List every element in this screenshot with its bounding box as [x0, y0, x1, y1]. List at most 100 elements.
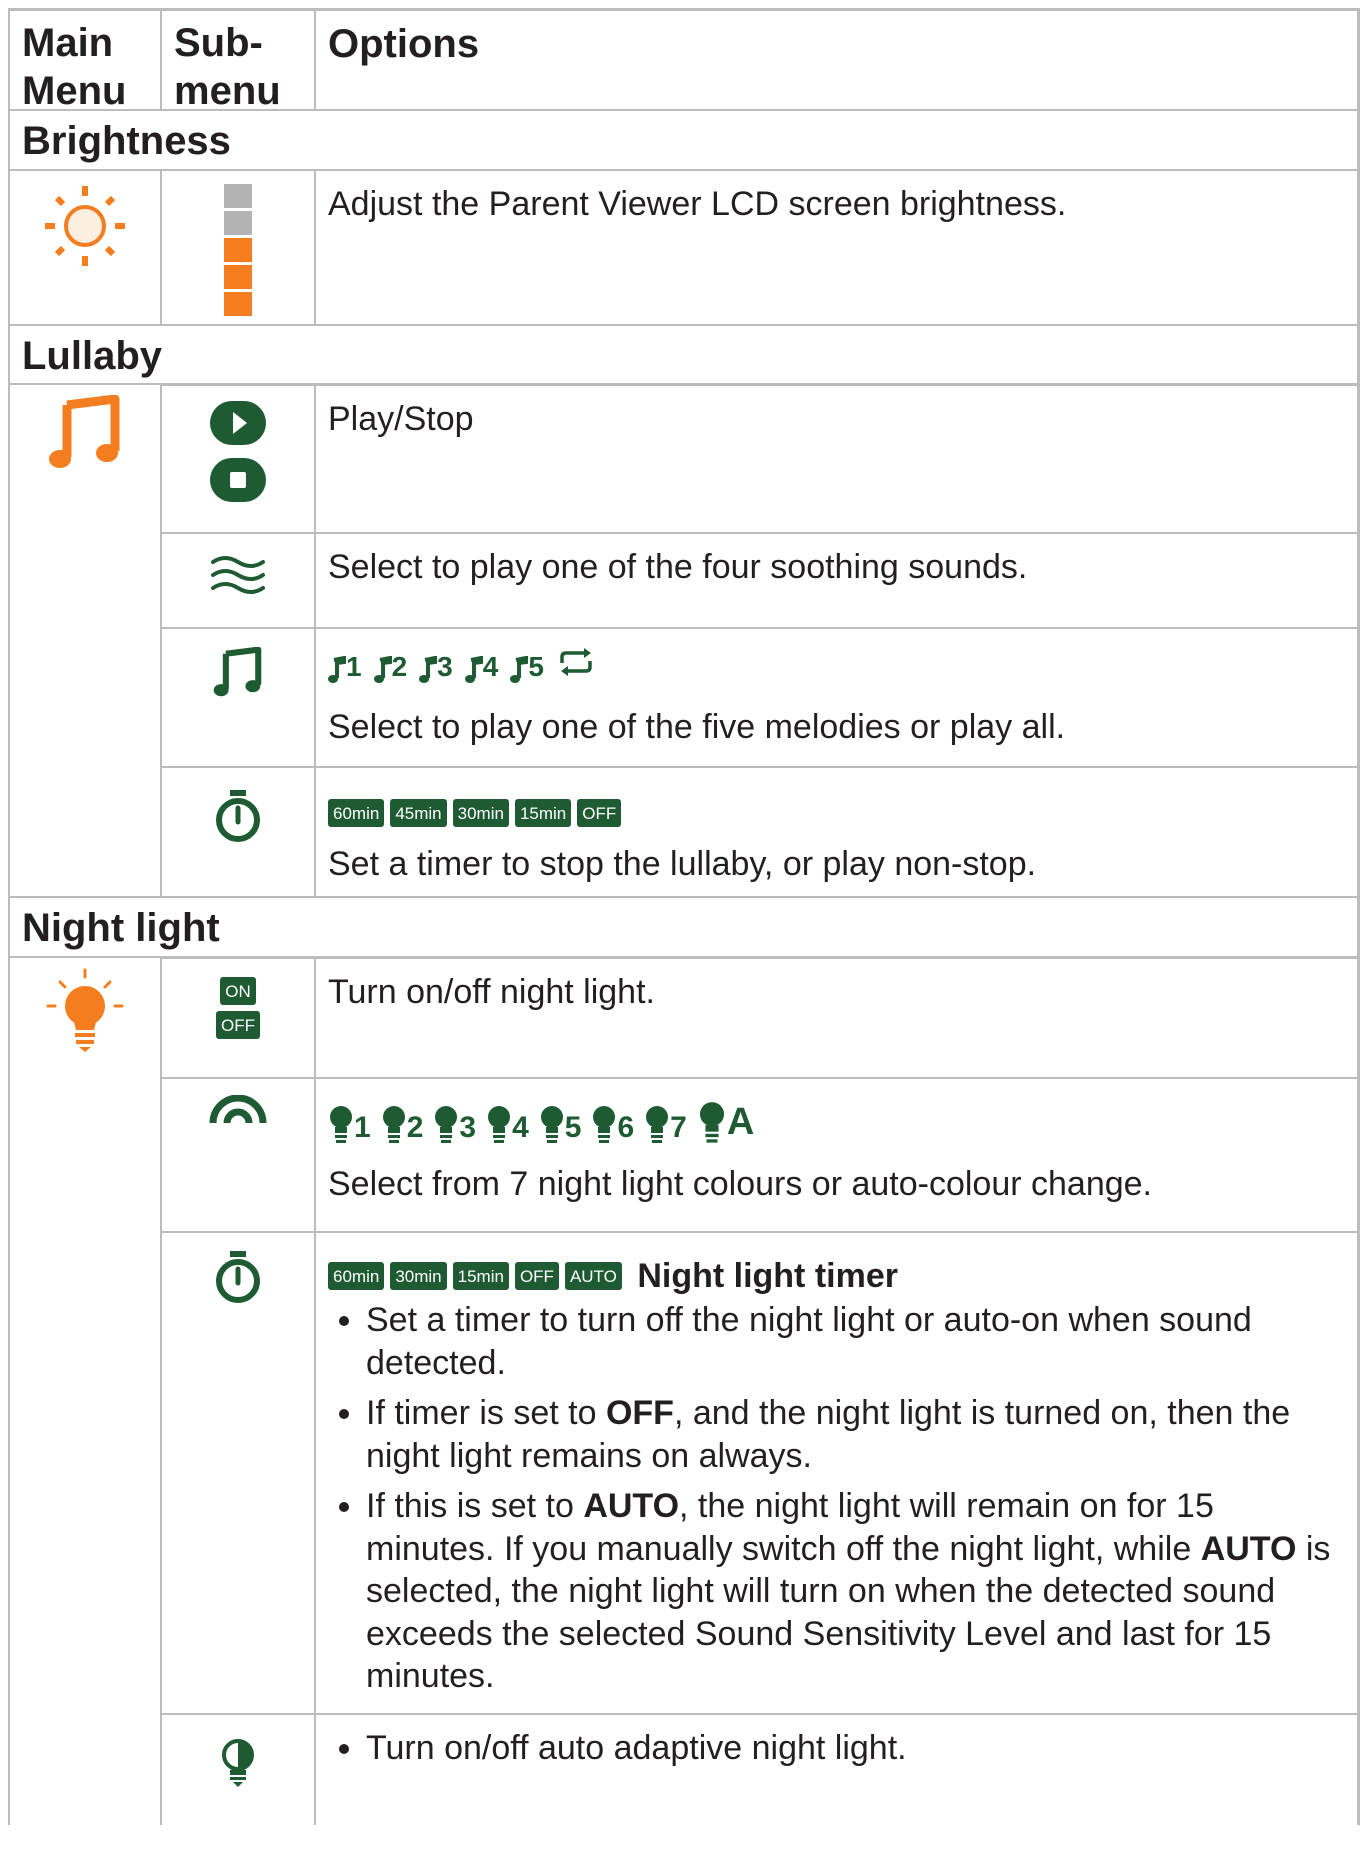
stop-icon[interactable]	[209, 457, 267, 508]
table-header: Main Menu Sub-menu Options	[8, 8, 1360, 113]
melody-3[interactable]: 3	[419, 649, 453, 684]
melody-1[interactable]: 1	[328, 649, 362, 684]
timer-bullet-2-pre: If timer is set to	[366, 1394, 606, 1433]
timer-bullet-3: If this is set to AUTO, the night light …	[366, 1485, 1345, 1698]
timer-bullet-1: Set a timer to turn off the night light …	[366, 1299, 1345, 1384]
section-lullaby: Lullaby	[8, 324, 1360, 383]
night-timer-60[interactable]: 60min	[328, 1262, 385, 1291]
colour-1[interactable]: 1	[328, 1105, 371, 1147]
level-block-1	[224, 292, 252, 316]
timer-bullet-2: If timer is set to OFF, and the night li…	[366, 1392, 1345, 1477]
arc-icon[interactable]	[208, 1094, 268, 1130]
lullaby-group: Play/Stop Select to play one of the four…	[8, 383, 1360, 896]
brightness-level-icon	[224, 181, 252, 319]
timer-bullet-3-bold1: AUTO	[583, 1487, 680, 1526]
colour-5[interactable]: 5	[539, 1105, 582, 1147]
melodies-desc: Select to play one of the five melodies …	[328, 707, 1066, 746]
lullaby-melodies-cell: 1 2 3 4 5 Select to play one of the five…	[316, 629, 1360, 766]
night-timer-auto[interactable]: AUTO	[564, 1262, 622, 1291]
melody-4[interactable]: 4	[464, 649, 499, 684]
night-light-colour-sub	[162, 1079, 316, 1231]
colour-4-label: 4	[512, 1111, 529, 1144]
level-block-2	[224, 265, 252, 289]
section-night-light: Night light	[8, 896, 1360, 956]
melody-5[interactable]: 5	[510, 649, 544, 684]
lullaby-timer-options: 60min 45min 30min 15min OFF	[328, 790, 1345, 833]
colour-5-label: 5	[564, 1111, 582, 1144]
night-light-timer-cell: 60min 30min 15min OFF AUTO Night light timer…	[316, 1233, 1360, 1713]
night-light-onoff-sub: ON OFF	[162, 959, 316, 1077]
night-light-off-badge[interactable]: OFF	[216, 1011, 260, 1039]
night-timer-15[interactable]: 15min	[452, 1262, 509, 1291]
lullaby-melodies-row: 1 2 3 4 5 Select to play one of the five…	[162, 627, 1360, 766]
lullaby-timer-45[interactable]: 45min	[390, 799, 447, 828]
section-brightness: Brightness	[8, 109, 1360, 169]
stopwatch-icon-2[interactable]	[213, 1249, 263, 1310]
music-note-icon-green[interactable]	[211, 646, 265, 706]
melody-3-label: 3	[437, 650, 453, 682]
colour-4[interactable]: 4	[486, 1105, 529, 1147]
melody-5-label: 5	[528, 650, 544, 682]
night-light-adaptive-cell: Turn on/off auto adaptive night light.	[316, 1715, 1360, 1825]
stopwatch-icon[interactable]	[213, 788, 263, 849]
lullaby-play-desc: Play/Stop	[316, 386, 1360, 532]
night-light-group: ON OFF Turn on/off night light. 1 2 3 4 …	[8, 956, 1360, 1825]
level-block-3	[224, 238, 252, 262]
timer-bullet-2-bold: OFF	[605, 1394, 674, 1433]
adaptive-bullets: Turn on/off auto adaptive night light.	[328, 1727, 1345, 1770]
lullaby-timer-desc: Set a timer to stop the lullaby, or play…	[328, 844, 1037, 883]
night-light-timer-sub	[162, 1233, 316, 1713]
section-title-brightness: Brightness	[8, 111, 1360, 169]
level-block-5	[224, 184, 252, 208]
colour-2-label: 2	[406, 1111, 424, 1144]
colours-desc: Select from 7 night light colours or aut…	[328, 1164, 1153, 1203]
colour-6[interactable]: 6	[591, 1105, 634, 1147]
brightness-desc: Adjust the Parent Viewer LCD screen brig…	[316, 171, 1360, 324]
colour-list: 1 2 3 4 5 6 7 A	[328, 1099, 1345, 1147]
melody-4-label: 4	[482, 650, 499, 682]
melody-2-label: 2	[391, 650, 408, 682]
header-col2-text: Sub-menu	[174, 21, 281, 113]
night-timer-off[interactable]: OFF	[514, 1262, 559, 1291]
night-light-colour-cell: 1 2 3 4 5 6 7 A Select from 7 night ligh…	[316, 1079, 1360, 1231]
lullaby-timer-sub	[162, 768, 316, 896]
colour-3[interactable]: 3	[433, 1105, 476, 1147]
brightness-main-cell	[8, 171, 162, 324]
lullaby-timer-cell: 60min 45min 30min 15min OFF Set a timer to s…	[316, 768, 1360, 896]
melody-1-label: 1	[346, 650, 362, 682]
adaptive-bulb-icon[interactable]	[220, 1739, 256, 1794]
lullaby-sounds-sub	[162, 534, 316, 627]
lullaby-timer-off[interactable]: OFF	[577, 799, 622, 828]
lullaby-sounds-row: Select to play one of the four soothing …	[162, 532, 1360, 627]
night-light-timer-row: 60min 30min 15min OFF AUTO Night light timer…	[162, 1231, 1360, 1713]
colour-auto[interactable]: A	[697, 1099, 754, 1147]
colour-7[interactable]: 7	[644, 1105, 687, 1147]
header-options: Options	[316, 11, 1360, 109]
timer-bullet-3-pre: If this is set to	[366, 1487, 584, 1526]
night-light-onoff-desc: Turn on/off night light.	[316, 959, 1360, 1077]
bulb-icon	[40, 968, 130, 1063]
lullaby-sounds-desc: Select to play one of the four soothing …	[316, 534, 1360, 627]
melody-2[interactable]: 2	[373, 649, 408, 684]
night-light-colour-row: 1 2 3 4 5 6 7 A Select from 7 night ligh…	[162, 1077, 1360, 1231]
colour-1-label: 1	[354, 1111, 371, 1144]
waves-icon[interactable]	[209, 552, 267, 603]
section-title-night-light: Night light	[8, 898, 1360, 956]
lullaby-main-cell	[8, 383, 162, 896]
header-main-menu: Main Menu	[8, 11, 162, 113]
colour-6-label: 6	[617, 1111, 635, 1144]
timer-bullet-3-bold2: AUTO	[1200, 1529, 1297, 1568]
repeat-all-icon[interactable]	[556, 645, 596, 688]
header-sub-menu: Sub-menu	[162, 11, 316, 113]
colour-2[interactable]: 2	[381, 1105, 424, 1147]
lullaby-timer-60[interactable]: 60min	[328, 799, 385, 828]
colour-auto-label: A	[726, 1101, 755, 1143]
night-light-main-cell	[8, 956, 162, 1825]
play-icon[interactable]	[209, 400, 267, 451]
level-block-4	[224, 211, 252, 235]
night-light-on-badge[interactable]: ON	[220, 977, 256, 1005]
lullaby-timer-30[interactable]: 30min	[452, 799, 509, 828]
lullaby-timer-15[interactable]: 15min	[514, 799, 572, 828]
section-title-lullaby: Lullaby	[8, 326, 1360, 383]
night-timer-30[interactable]: 30min	[390, 1262, 447, 1291]
